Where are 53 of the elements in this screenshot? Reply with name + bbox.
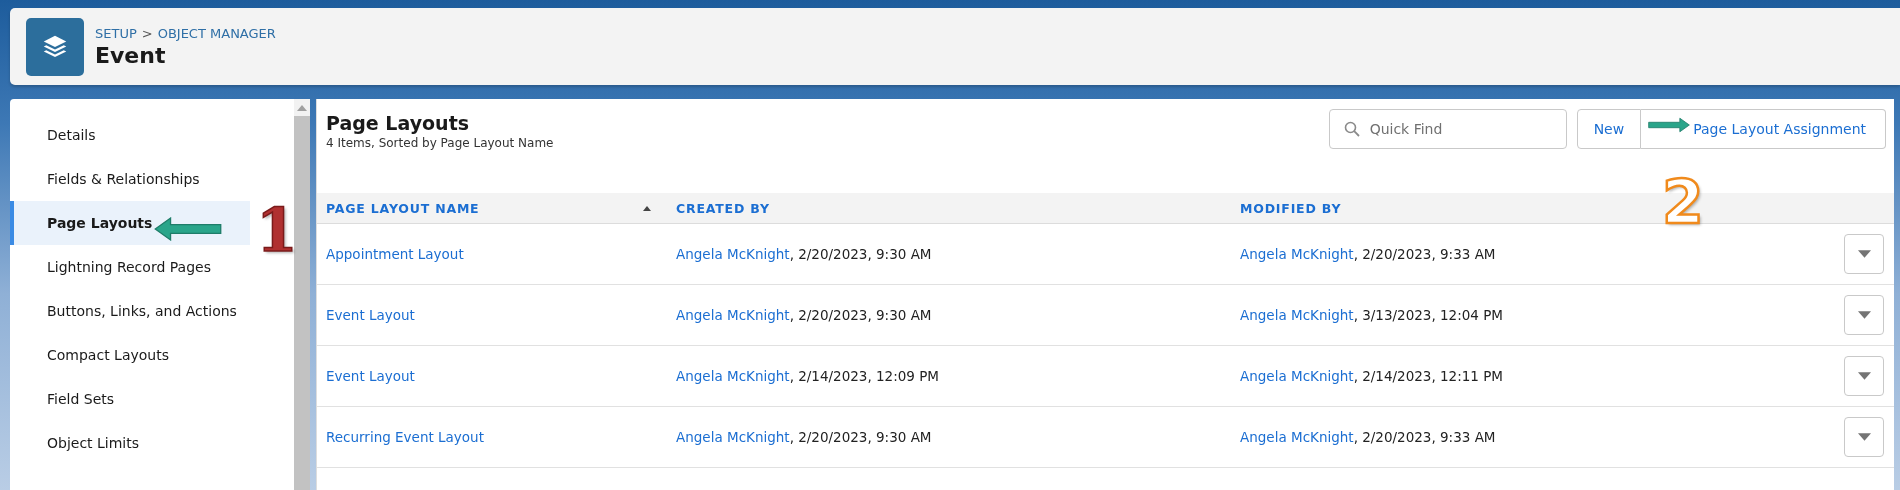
column-header[interactable]: PAGE LAYOUT NAME bbox=[326, 200, 480, 216]
search-icon bbox=[1343, 121, 1360, 137]
action-button[interactable]: Page Layout Assignment bbox=[1641, 109, 1886, 149]
date-text: , 2/14/2023, 12:09 PM bbox=[789, 368, 939, 384]
user-link[interactable]: Angela McKnight bbox=[676, 246, 790, 262]
sidebar-item[interactable]: Page Layouts bbox=[10, 201, 250, 245]
row-menu-button[interactable] bbox=[1844, 295, 1884, 335]
user-link[interactable]: Angela McKnight bbox=[676, 307, 790, 323]
sidebar-item[interactable]: Compact Layouts bbox=[10, 333, 250, 377]
caret-icon bbox=[1857, 311, 1871, 319]
date-text: , 2/14/2023, 12:11 PM bbox=[1353, 368, 1503, 384]
caret-icon bbox=[1857, 250, 1871, 258]
sidebar-item[interactable]: Lightning Record Pages bbox=[10, 245, 250, 289]
date-text: , 3/13/2023, 12:04 PM bbox=[1353, 307, 1503, 323]
layout-link[interactable]: Recurring Event Layout bbox=[326, 429, 484, 445]
sidebar-item[interactable]: Field Sets bbox=[10, 377, 250, 421]
layout-link[interactable]: Event Layout bbox=[326, 368, 415, 384]
date-text: , 2/20/2023, 9:33 AM bbox=[1353, 429, 1496, 445]
section-title: Page Layouts bbox=[326, 112, 471, 134]
date-text: , 2/20/2023, 9:33 AM bbox=[1353, 246, 1496, 262]
column-header[interactable]: MODIFIED BY bbox=[1240, 200, 1342, 216]
row-menu-button[interactable] bbox=[1844, 417, 1884, 457]
sidebar-item[interactable]: Details bbox=[10, 113, 250, 157]
scroll-up-icon bbox=[297, 105, 307, 111]
user-link[interactable]: Angela McKnight bbox=[676, 429, 790, 445]
user-link[interactable]: Angela McKnight bbox=[1240, 368, 1354, 384]
breadcrumb-link[interactable]: OBJECT MANAGER bbox=[157, 25, 276, 41]
user-link[interactable]: Angela McKnight bbox=[676, 368, 790, 384]
search-field[interactable]: Quick Find bbox=[1328, 109, 1567, 149]
date-text: , 2/20/2023, 9:30 AM bbox=[789, 307, 932, 323]
breadcrumb-link[interactable]: SETUP bbox=[95, 25, 137, 41]
layout-link[interactable]: Appointment Layout bbox=[326, 246, 464, 262]
annotation-number: 2 bbox=[1662, 172, 1704, 232]
page-title: Event bbox=[95, 42, 167, 68]
user-link[interactable]: Angela McKnight bbox=[1240, 429, 1354, 445]
caret-icon bbox=[1857, 372, 1871, 380]
sidebar-item[interactable]: Buttons, Links, and Actions bbox=[10, 289, 250, 333]
action-button[interactable]: New bbox=[1576, 109, 1642, 149]
date-text: , 2/20/2023, 9:30 AM bbox=[789, 429, 932, 445]
user-link[interactable]: Angela McKnight bbox=[1240, 307, 1354, 323]
column-header[interactable]: CREATED BY bbox=[676, 200, 770, 216]
date-text: , 2/20/2023, 9:30 AM bbox=[789, 246, 932, 262]
sidebar-item[interactable]: Fields & Relationships bbox=[10, 157, 250, 201]
breadcrumb-separator: > bbox=[141, 25, 153, 41]
row-menu-button[interactable] bbox=[1844, 356, 1884, 396]
search-input[interactable]: Quick Find bbox=[1367, 120, 1552, 138]
layout-link[interactable]: Event Layout bbox=[326, 307, 415, 323]
row-menu-button[interactable] bbox=[1844, 234, 1884, 274]
section-subtitle: 4 Items, Sorted by Page Layout Name bbox=[326, 136, 554, 150]
annotation-number: 1 bbox=[256, 200, 298, 260]
caret-icon bbox=[1857, 433, 1871, 441]
sidebar-item[interactable]: Object Limits bbox=[10, 421, 250, 465]
user-link[interactable]: Angela McKnight bbox=[1240, 246, 1354, 262]
